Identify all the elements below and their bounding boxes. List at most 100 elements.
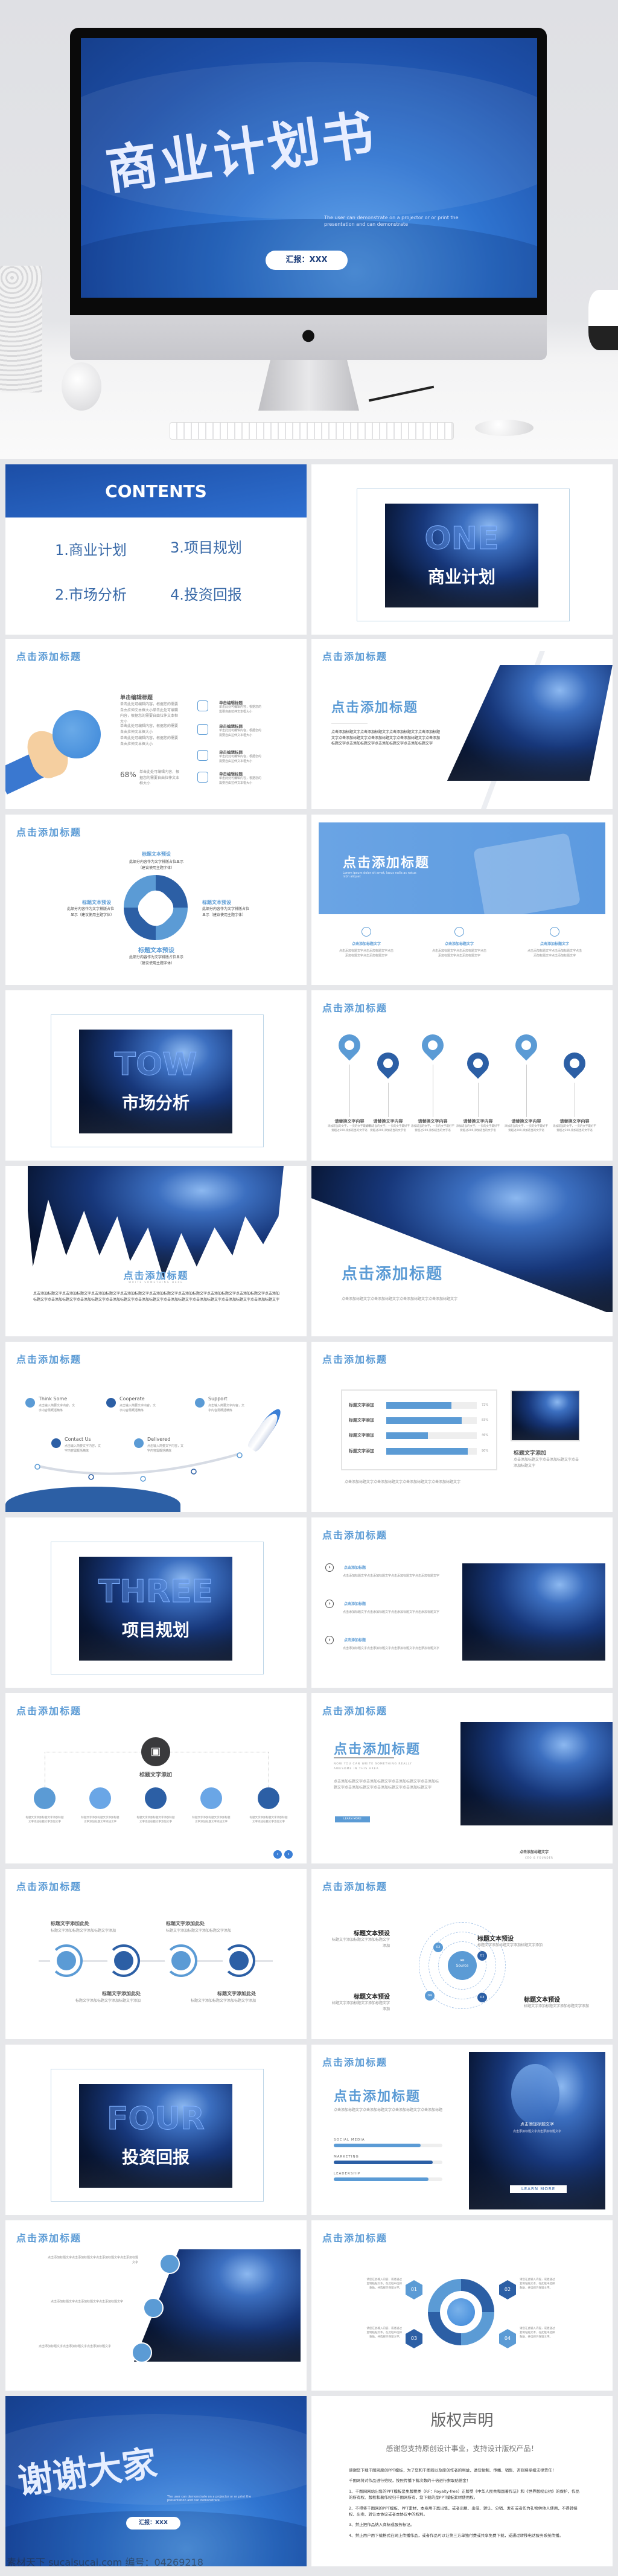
contents-item[interactable]: 4.投资回报	[170, 583, 242, 604]
slide-progress-bars[interactable]: 点击添加标题 标题文字添加 点击添加标题文字点击添加标题文字点击添加标题文字 点…	[311, 1342, 613, 1512]
source-label: Source	[456, 1964, 469, 1968]
slide-pins[interactable]: 点击添加标题 请替换文字内容 添加适当的文字，一页的文字最好不要超过200,添加…	[311, 990, 613, 1161]
map-pin-icon	[511, 1030, 542, 1061]
contents-item[interactable]: 2.市场分析	[55, 583, 127, 604]
bar-track	[386, 1402, 477, 1409]
slide-icons-photo[interactable]: 点击添加标题 点击添加标题文字点击添加标题文字点击添加标题文字点击添加标题文字 …	[5, 2220, 307, 2391]
pin-text: 添加适当的文字，一页的文字最好不要超过200,添加适当的文字语	[328, 1125, 371, 1133]
slide-globe[interactable]: 点击添加标题 单击编辑标题 单击此处可编辑内容，根据您的需要自由拉伸文本框大小单…	[5, 639, 307, 809]
learn-sub: NOW YOU CAN WRITE SOMETHING REALLY AWESO…	[334, 1763, 412, 1771]
ring-label: 标题文字添加此处	[102, 1991, 141, 1996]
skill-fill	[334, 2177, 428, 2181]
node-text: 标题文字添加标题文字添加标题文字添加标题文字添加文字	[249, 1816, 288, 1824]
bar-label: 标题文字添加	[349, 1418, 374, 1423]
ring-icon	[50, 1944, 83, 1977]
slide-section-one[interactable]: ONE 商业计划	[311, 464, 613, 635]
slide-section-three[interactable]: THREE 项目规划	[5, 1517, 307, 1688]
slide-title: 点击添加标题	[322, 651, 388, 662]
hexagon-badge: 01	[406, 2280, 422, 2299]
next-arrow-button[interactable]: ›	[284, 1850, 293, 1859]
source-label: 标题文本预设	[524, 1997, 560, 2004]
brush-photo	[28, 1166, 284, 1278]
slide-contents[interactable]: CONTENTS 1.商业计划 3.项目规划 2.市场分析 4.投资回报	[5, 464, 307, 635]
item-title: Cooperate	[119, 1396, 145, 1402]
slide-diagonal-photo[interactable]: 点击添加标题 点击添加标题文字点击添加标题文字点击添加标题文字点击添加标题文字	[311, 1166, 613, 1336]
item-title: Think Some	[39, 1396, 68, 1402]
brush-sub: WRITE SOMETHING HERE	[129, 1281, 183, 1284]
prev-arrow-button[interactable]: ‹	[273, 1850, 282, 1859]
rule	[331, 723, 368, 724]
copyright-paragraph: 千图网将对作品进行维权，按照传播下载次数的十倍进行索取赔偿金！	[349, 2478, 471, 2484]
map-pin-icon	[417, 1030, 448, 1061]
source-node: 01	[477, 1951, 487, 1961]
slide-rings[interactable]: 点击添加标题 标题文字添加此处 标题文字添加标题文字添加标题文字添加 标题文字添…	[5, 1869, 307, 2039]
slide-source[interactable]: 点击添加标题 ≈ Source 标题文本预设 标题文字添加标题文字添加标题文字添加…	[311, 1869, 613, 2039]
section-photo: TOW 市场分析	[79, 1030, 232, 1133]
bar-value: 46%	[482, 1434, 489, 1437]
slide-section-two[interactable]: TOW 市场分析	[5, 990, 307, 1161]
slide-thanks[interactable]: 谢谢大家 The user can demonstrate on a proje…	[5, 2396, 307, 2566]
pencil	[368, 385, 435, 402]
pin-text: 添加适当的文字，一页的文字最好不要超过200,添加适当的文字语	[366, 1125, 410, 1133]
source-node: 04	[425, 1991, 435, 2001]
slide-title: 点击添加标题	[322, 1002, 388, 1014]
hex-text: 请您在此输入内容，或者通过复制粘贴文本，在此框中选择粘贴，并选择只保留文字。	[366, 2278, 403, 2290]
cycle-text: 此部分内容作为文字排版占位显示（建议使用主题字体）	[129, 860, 184, 870]
chevron-right-icon[interactable]: ›	[325, 1636, 334, 1644]
bar-label: 标题文字添加	[349, 1433, 374, 1438]
cycle-label: 标题文本预设	[202, 900, 231, 905]
brush-title: 点击添加标题	[123, 1270, 189, 1281]
slide-tree[interactable]: 点击添加标题 ▣ 标题文字添加 ‹ › 标题文字添加标题文字添加标题文字添加标题…	[5, 1693, 307, 1863]
slide-hex-cycle[interactable]: 点击添加标题 01 请您在此输入内容，或者通过复制粘贴文本，在此框中选择粘贴，并…	[311, 2220, 613, 2391]
slide-brush-photo[interactable]: 点击添加标题 WRITE SOMETHING HERE 点击添加标题文字点击添加…	[5, 1166, 307, 1336]
slide-title: 点击添加标题	[16, 827, 82, 838]
tablet-image	[473, 833, 581, 921]
contents-item[interactable]: 3.项目规划	[170, 536, 242, 557]
slide-learn-more[interactable]: 点击添加标题 点击添加标题 NOW YOU CAN WRITE SOMETHIN…	[311, 1693, 613, 1863]
slide-cycle[interactable]: 点击添加标题 标题文本预设 此部分内容作为文字排版占位显示（建议使用主题字体） …	[5, 815, 307, 985]
pin-text: 添加适当的文字，一页的文字最好不要超过200,添加适当的文字语	[456, 1125, 500, 1133]
pin-text: 添加适当的文字，一页的文字最好不要超过200,添加适当的文字语	[553, 1125, 596, 1133]
pin-line	[388, 1083, 389, 1117]
slide-skills[interactable]: 点击添加标题 点击添加标题 点击添加标题文字点击添加标题文字点击添加标题文字点击…	[311, 2045, 613, 2215]
refresh-icon	[550, 927, 559, 937]
clock-dollar-icon	[145, 1787, 167, 1809]
cover-subtitle: The user can demonstrate on a projector …	[324, 215, 459, 228]
slide-rocket[interactable]: 点击添加标题 Think Some 点击输入简要文字内容，文字内容需概括精炼 C…	[5, 1342, 307, 1512]
pin-text: 添加适当的文字，一页的文字最好不要超过200,添加适当的文字语	[505, 1125, 548, 1133]
ring-label: 标题文字添加此处	[166, 1921, 205, 1926]
ring-text: 标题文字添加标题文字添加标题文字添加	[166, 1929, 232, 1933]
chevron-right-icon[interactable]: ›	[325, 1600, 334, 1608]
learn-more-button[interactable]: LEARN MORE	[510, 2185, 567, 2193]
org-chart-icon	[34, 1787, 56, 1809]
slide-list-photo[interactable]: 点击添加标题 › 点击添加标题 点击添加标题文字点击添加标题文字点击添加标题文字…	[311, 1517, 613, 1688]
tools-icon	[197, 700, 208, 711]
bar-track	[386, 1448, 477, 1455]
skill-label: MARKETING	[334, 2155, 359, 2159]
slide-copyright[interactable]: 版权声明 感谢您支持原创设计事业，支持设计版权产品！ 感谢您下载千图网原创PPT…	[311, 2396, 613, 2566]
section-frame: ONE 商业计划	[357, 489, 570, 621]
slide-banner[interactable]: 点击添加标题 Lorem ipsum dolor sit amet, lacus…	[311, 815, 613, 985]
slide-slanted-photo[interactable]: 点击添加标题 点击添加标题 点击添加标题文字点击添加标题文字点击添加标题文字点击…	[311, 639, 613, 809]
contents-heading: CONTENTS	[105, 481, 207, 501]
globe-icon	[362, 927, 371, 937]
learn-more-button[interactable]: LEARN MORE	[335, 1816, 370, 1822]
chevron-right-icon[interactable]: ›	[325, 1563, 334, 1572]
source-label: 标题文本预设	[354, 1994, 390, 2001]
contents-item[interactable]: 1.商业计划	[55, 538, 127, 559]
ring-icon	[165, 1944, 197, 1977]
list-text: 点击添加标题文字点击添加标题文字点击添加标题文字点击添加标题文字	[343, 1574, 440, 1578]
section-title: 市场分析	[121, 1093, 190, 1113]
col-title: 点击添加标题文字	[351, 942, 381, 946]
col-title: 点击添加标题文字	[540, 942, 569, 946]
cycle-text: 此部分内容作为文字排版占位显示（建议使用主题字体）	[66, 907, 114, 917]
globe-para: 单击此处可编辑内容，根据您的需要自由拉伸文本框大小	[120, 736, 179, 746]
col-text: 点击添加标题文字点击添加标题文字点击添加标题文字点击添加标题文字	[432, 949, 487, 958]
slide-title: 点击添加标题	[16, 2232, 82, 2244]
col-text: 点击添加标题文字点击添加标题文字点击添加标题文字点击添加标题文字	[527, 949, 582, 958]
slide-section-four[interactable]: FOUR 投资回报	[5, 2045, 307, 2215]
keyboard-icon	[170, 422, 454, 440]
tree-center-label: 标题文字添加	[139, 1772, 172, 1778]
teapot	[588, 290, 618, 350]
copyright-title: 版权声明	[430, 2412, 494, 2430]
